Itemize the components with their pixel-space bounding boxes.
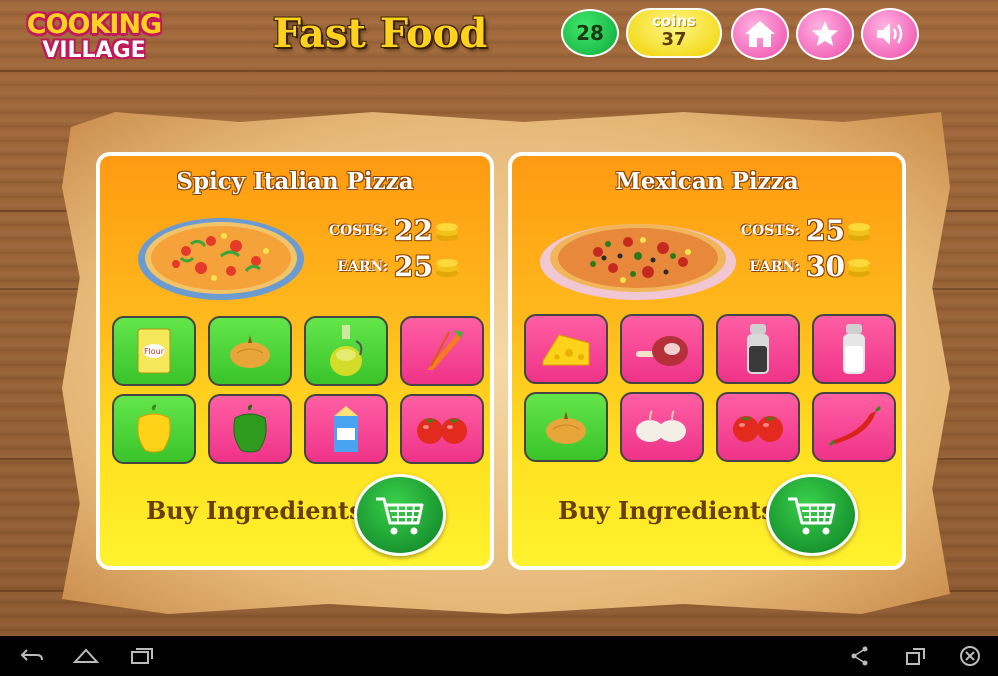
earn-stat: EARN: 25 [326, 250, 460, 283]
coin-stack-icon [848, 258, 870, 277]
share-icon [851, 646, 868, 666]
ingredient-tile[interactable] [812, 392, 896, 462]
shopping-cart-icon [788, 497, 836, 535]
ingredient-tile[interactable] [620, 314, 704, 384]
buy-ingredients-button[interactable] [766, 474, 858, 556]
ingredient-tile[interactable] [400, 394, 484, 464]
green-pepper-icon [233, 404, 267, 453]
share-button[interactable] [846, 644, 874, 668]
star-button[interactable] [796, 8, 854, 60]
ingredient-tile[interactable] [304, 316, 388, 386]
cheese-icon [542, 334, 590, 366]
carrot-icon [427, 330, 463, 370]
recipe-name: Spicy Italian Pizza [176, 168, 414, 195]
sound-button[interactable] [861, 8, 919, 60]
system-navigation-bar [0, 636, 998, 676]
ingredient-tile[interactable] [620, 392, 704, 462]
coin-stack-icon [436, 222, 458, 241]
flour-icon: Flour [137, 328, 171, 374]
earn-stat: EARN: 30 [738, 250, 872, 283]
ingredient-tile[interactable]: Flour [112, 316, 196, 386]
ingredient-tile[interactable] [400, 316, 484, 386]
onion-icon [546, 411, 586, 444]
home-icon [72, 648, 100, 663]
coin-stack-icon [848, 222, 870, 241]
sound-icon [877, 23, 903, 45]
milk-icon [334, 406, 358, 452]
cost-stat: COSTS: 25 [738, 214, 872, 247]
ingredient-tile[interactable] [716, 314, 800, 384]
buy-ingredients-button[interactable] [354, 474, 446, 556]
chili-icon [828, 405, 882, 447]
level-badge: 28 [561, 9, 619, 57]
window-icon [906, 648, 925, 665]
coins-badge: coins 37 [626, 8, 722, 58]
ingredient-tile[interactable] [112, 394, 196, 464]
yellow-pepper-icon [137, 404, 171, 453]
home-button[interactable] [731, 8, 789, 60]
buy-ingredients-label: Buy Ingredients [558, 496, 775, 525]
back-button[interactable] [18, 644, 46, 668]
ingredient-tile[interactable] [524, 392, 608, 462]
onion-icon [230, 335, 270, 368]
ingredient-tile[interactable] [716, 392, 800, 462]
garlic-icon [636, 410, 686, 442]
ingredient-tile[interactable] [812, 314, 896, 384]
page-title: Fast Food [272, 10, 488, 57]
close-icon [960, 646, 980, 666]
home-nav-button[interactable] [72, 644, 100, 668]
back-icon [20, 649, 43, 661]
coin-stack-icon [436, 258, 458, 277]
buy-ingredients-label: Buy Ingredients [146, 496, 363, 525]
ingredient-tile[interactable] [208, 394, 292, 464]
pepper-shaker-icon [747, 324, 769, 374]
coins-label: coins [652, 12, 696, 30]
recipe-card-mexican: Mexican Pizza COSTS: 25 EARN: 30 Buy Ing… [508, 152, 906, 570]
coins-value: 37 [661, 29, 687, 50]
olive-oil-icon [330, 325, 363, 376]
cost-stat: COSTS: 22 [326, 214, 460, 247]
shopping-cart-icon [376, 497, 424, 535]
salt-shaker-icon [843, 324, 865, 374]
home-icon [745, 21, 775, 47]
ingredient-tile[interactable] [208, 316, 292, 386]
svg-text:Flour: Flour [144, 347, 165, 356]
recipe-name: Mexican Pizza [615, 168, 799, 195]
ingredient-tile[interactable] [304, 394, 388, 464]
recipe-card-spicy-italian: Spicy Italian Pizza COSTS: 22 EARN: 25 F… [96, 152, 494, 570]
ingredient-tile[interactable] [524, 314, 608, 384]
tomatoes-icon [417, 418, 467, 444]
pizza-icon [540, 224, 736, 300]
ham-icon [636, 336, 688, 366]
pizza-icon [138, 218, 304, 300]
recent-apps-icon [131, 648, 153, 664]
star-icon [812, 21, 838, 46]
recent-apps-button[interactable] [128, 644, 156, 668]
close-button[interactable] [956, 644, 984, 668]
tomatoes-icon [733, 416, 783, 442]
window-button[interactable] [902, 644, 930, 668]
game-logo: COOKING VILLAGE [26, 9, 162, 64]
